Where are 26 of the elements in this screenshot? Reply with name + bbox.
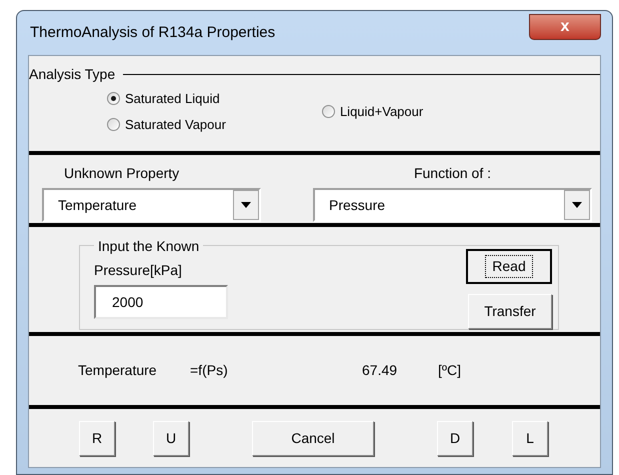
radio-button[interactable] [107,118,120,131]
field-label: Function of : [414,164,492,183]
section-label: Analysis Type [29,65,116,84]
radio-button[interactable] [107,92,120,106]
button[interactable]: Read [466,249,552,284]
button[interactable]: Cancel [252,420,374,456]
function-of-dropdown[interactable]: Pressure [313,188,592,222]
button[interactable]: Transfer [468,294,552,329]
result-unit: [ºC] [438,361,462,380]
button[interactable]: D [437,420,473,456]
field-label: Unknown Property [63,164,180,183]
close-button[interactable]: x [529,14,601,40]
result-function: =f(Ps) [190,361,229,380]
result-value: 67.49 [362,361,398,380]
pressure-input-field[interactable]: 2000 [94,285,228,319]
field-label: Pressure[kPa] [94,261,183,280]
window-title: ThermoAnalysis of R134a Properties [29,22,276,43]
unknown-property-dropdown[interactable]: Temperature [42,188,261,222]
button[interactable]: L [512,420,548,456]
button[interactable]: R [79,420,115,456]
radio-label: Liquid+Vapour [340,102,424,121]
result-property: Temperature [78,361,158,380]
button[interactable]: U [153,420,189,456]
radio-button[interactable] [322,105,335,118]
radio-label: Saturated Liquid [125,90,220,108]
radio-label: Saturated Vapour [125,116,226,134]
